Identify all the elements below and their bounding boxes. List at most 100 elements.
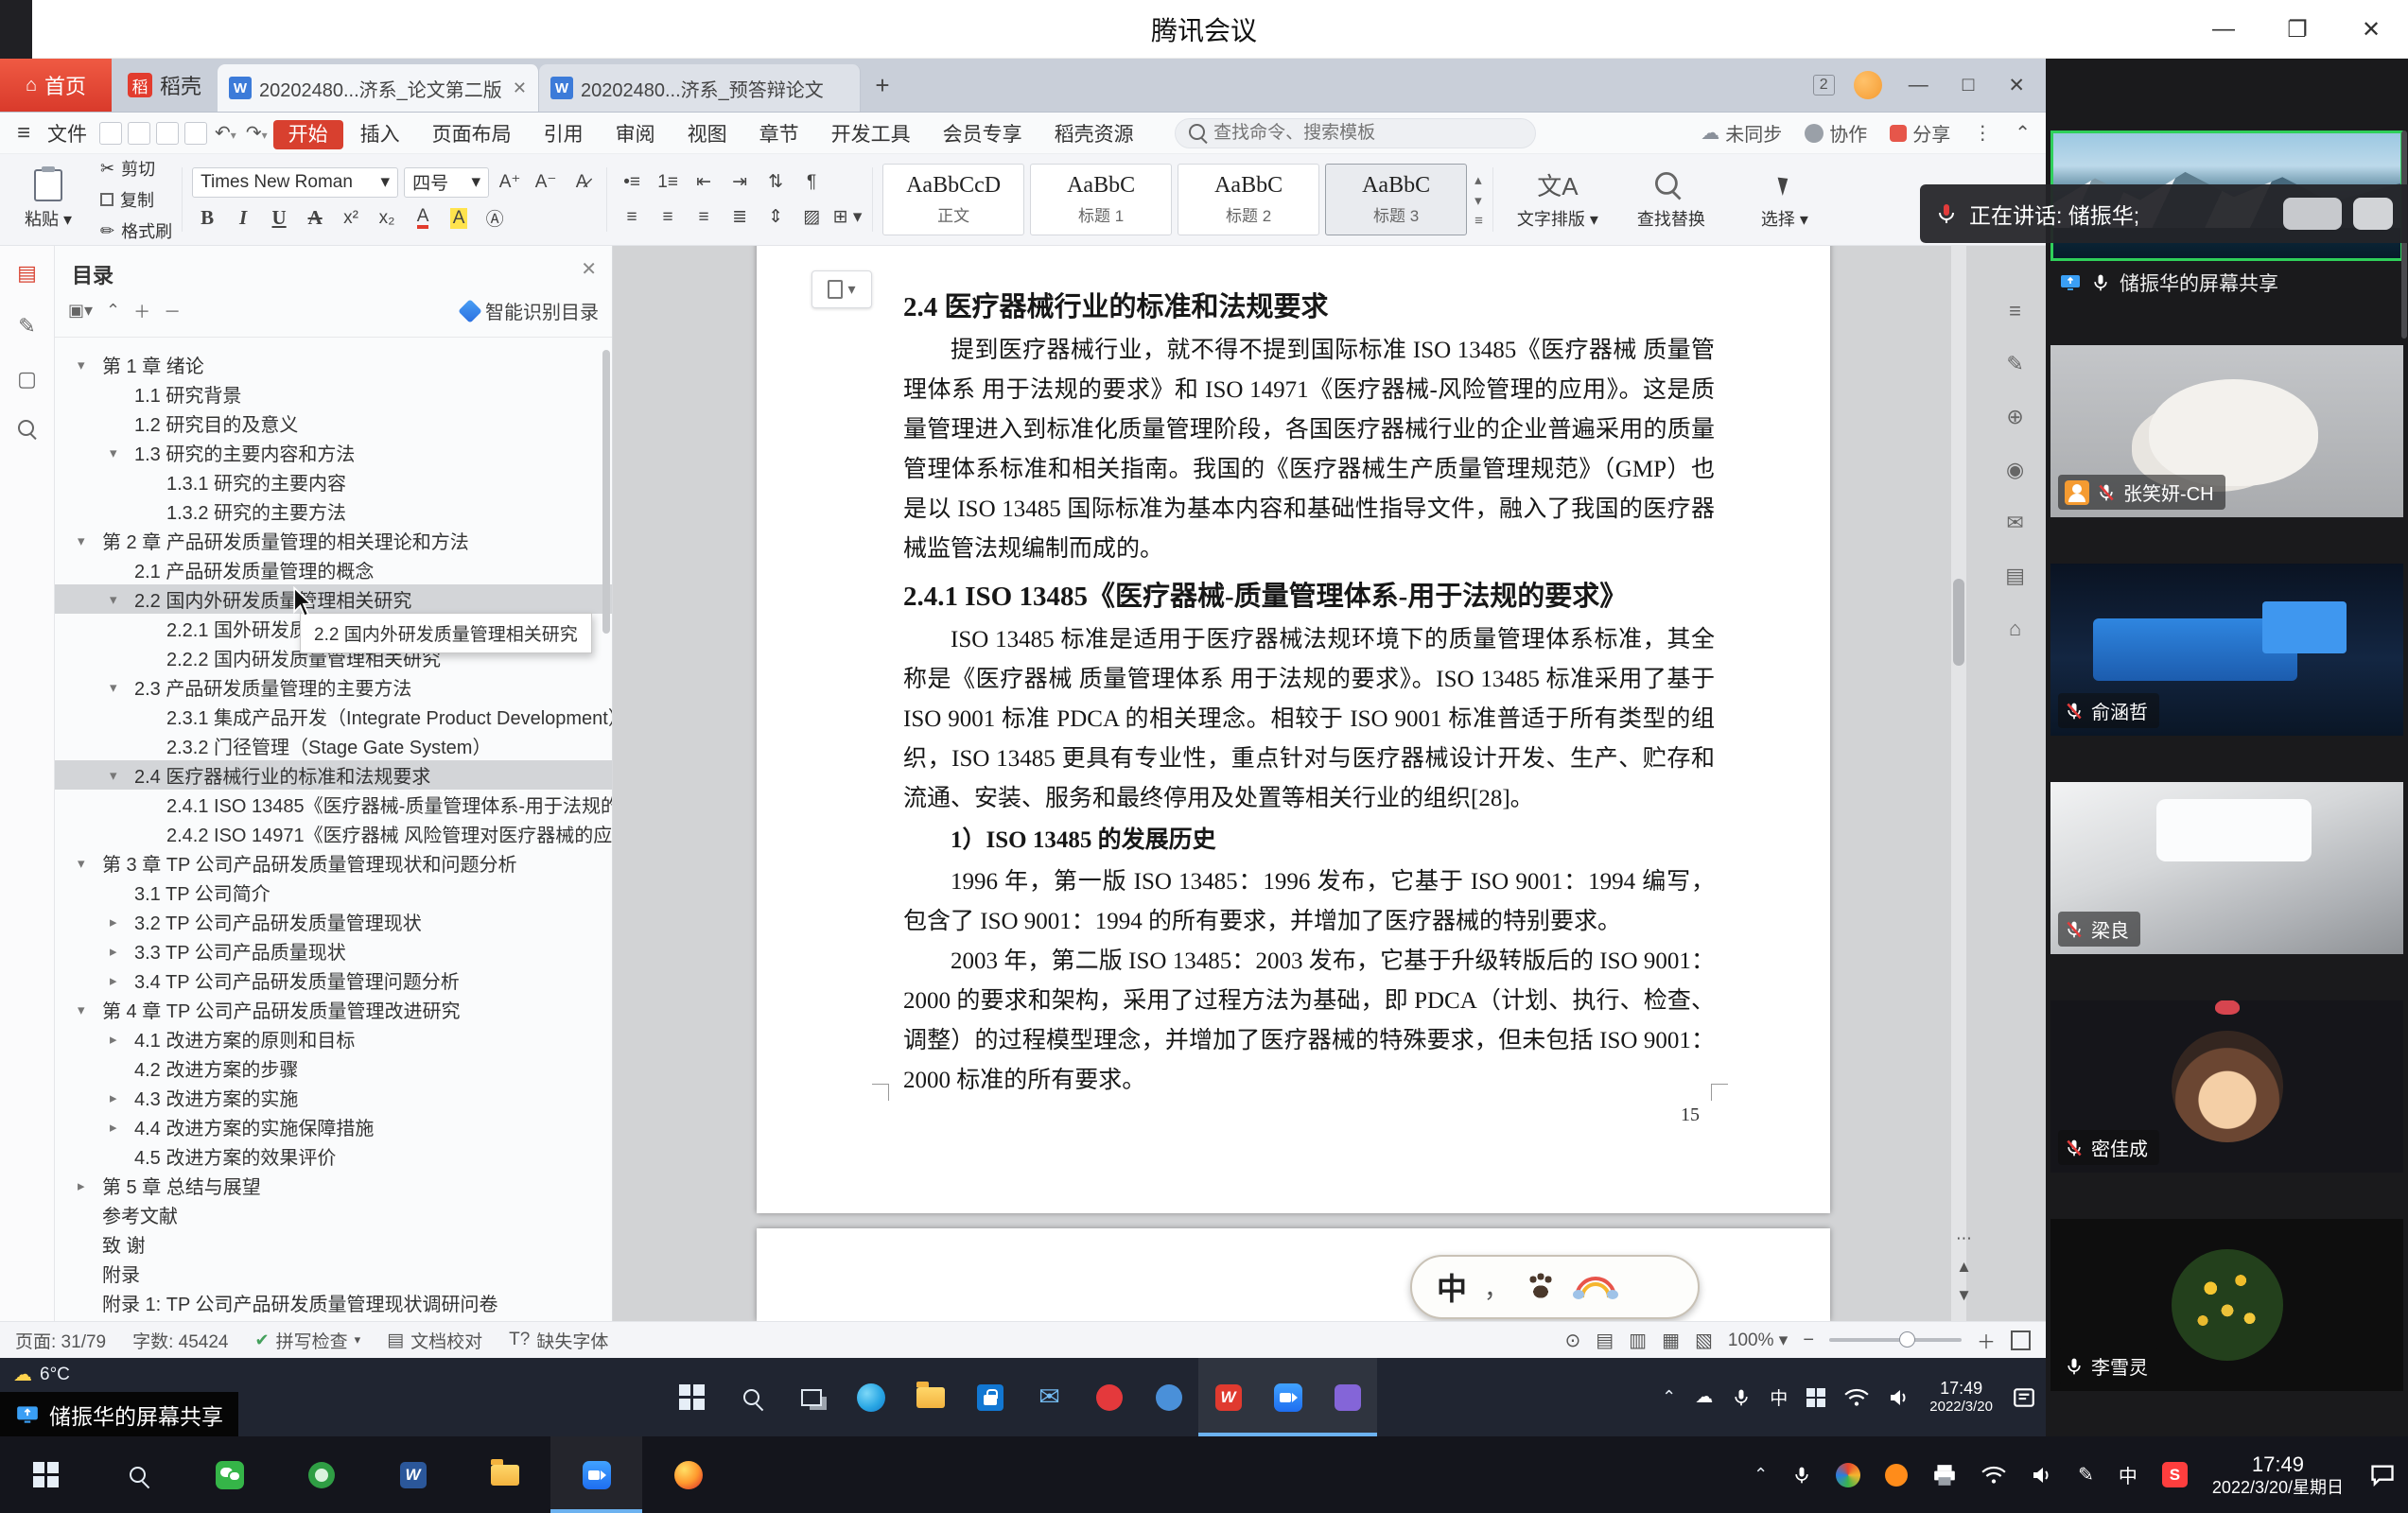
fullscreen-icon[interactable] bbox=[2011, 1330, 2031, 1350]
decrease-font-icon[interactable]: A⁻ bbox=[531, 168, 561, 197]
taskbar-app-icon[interactable] bbox=[1317, 1358, 1377, 1436]
toc-item[interactable]: 2.4 医疗器械行业的标准和法规要求 bbox=[55, 760, 612, 790]
view-read-icon[interactable]: ▧ bbox=[1695, 1329, 1713, 1352]
pilcrow-icon[interactable]: ¶ bbox=[796, 168, 827, 197]
toc-item[interactable]: 2.2 国内外研发质量管理相关研究 bbox=[55, 584, 612, 614]
annotate-icon[interactable]: ✎ bbox=[2006, 352, 2023, 376]
toc-item[interactable]: 4.2 改进方案的步骤 bbox=[55, 1053, 612, 1083]
pen-icon[interactable]: ✎ bbox=[2078, 1463, 2094, 1487]
scrollbar-thumb[interactable] bbox=[1953, 579, 1964, 666]
close-tab-icon[interactable]: ✕ bbox=[513, 78, 527, 98]
subscript-icon[interactable]: x₂ bbox=[372, 204, 402, 233]
cut-button[interactable]: ✂剪切 bbox=[100, 156, 172, 181]
ime-punct-icon[interactable]: ， bbox=[1484, 1270, 1509, 1305]
menu-item[interactable]: 引用 bbox=[529, 120, 599, 149]
toc-item[interactable]: 第 4 章 TP 公司产品研发质量管理改进研究 bbox=[55, 995, 612, 1024]
home-nav-icon[interactable]: ⌂ bbox=[2009, 617, 2021, 641]
menu-item[interactable]: 视图 bbox=[672, 120, 742, 149]
toc-item[interactable]: 4.5 改进方案的效果评价 bbox=[55, 1141, 612, 1171]
toc-close-icon[interactable]: ✕ bbox=[581, 257, 597, 281]
zoom-slider[interactable] bbox=[1829, 1338, 1962, 1342]
toc-item[interactable]: 2.4.1 ISO 13485《医疗器械-质量管理体系-用于法规的要求》 bbox=[55, 790, 612, 819]
zoom-out-icon[interactable]: − bbox=[1803, 1330, 1814, 1351]
borders-icon[interactable]: ⊞ ▾ bbox=[832, 203, 863, 232]
ime-indicator[interactable]: 中 bbox=[1770, 1384, 1788, 1410]
window-count-badge[interactable]: 2 bbox=[1813, 75, 1835, 96]
font-color-icon[interactable]: A bbox=[408, 204, 438, 233]
toc-item[interactable]: 2.1 产品研发质量管理的概念 bbox=[55, 555, 612, 584]
word-count[interactable]: 字数: 45424 bbox=[132, 1328, 228, 1353]
bookmark-icon[interactable]: ▢ bbox=[17, 367, 37, 391]
redo-icon[interactable]: ↷▾ bbox=[241, 121, 272, 145]
menu-file[interactable]: 文件 bbox=[38, 119, 96, 148]
increase-font-icon[interactable]: A⁺ bbox=[495, 168, 525, 197]
gallery-down-icon[interactable]: ▾ bbox=[1474, 192, 1483, 209]
sogou-grid-icon[interactable] bbox=[1806, 1388, 1825, 1407]
underline-icon[interactable]: U bbox=[264, 204, 294, 233]
menu-item[interactable]: 页面布局 bbox=[417, 120, 527, 149]
strikethrough-icon[interactable]: A bbox=[300, 204, 330, 233]
toc-item[interactable]: 致 谢 bbox=[55, 1229, 612, 1259]
select-button[interactable]: 选择 ▾ bbox=[1730, 169, 1840, 231]
taskbar-app-icon[interactable] bbox=[459, 1436, 550, 1513]
notification-icon[interactable] bbox=[2012, 1385, 2036, 1410]
bold-icon[interactable]: B bbox=[192, 204, 222, 233]
toc-check-icon[interactable]: ▣▾ bbox=[68, 301, 93, 321]
shading-icon[interactable]: ▨ bbox=[796, 203, 827, 232]
tab-document-2[interactable]: W 20202480...济系_预答辩论文 bbox=[539, 64, 861, 112]
taskbar-app-icon[interactable] bbox=[1020, 1358, 1079, 1436]
toc-scrollbar[interactable] bbox=[602, 350, 610, 634]
printer-icon[interactable] bbox=[1932, 1464, 1957, 1487]
list-icon[interactable]: ≡ bbox=[2009, 299, 2021, 323]
sort-icon[interactable]: ⇅ bbox=[760, 168, 791, 197]
justify-icon[interactable]: ≣ bbox=[724, 203, 755, 232]
taskbar-app-icon[interactable] bbox=[642, 1436, 734, 1513]
orange-app-icon[interactable] bbox=[1885, 1464, 1908, 1487]
toc-item[interactable]: 3.1 TP 公司简介 bbox=[55, 878, 612, 907]
taskbar-app-icon[interactable] bbox=[1198, 1358, 1258, 1436]
toc-item[interactable]: 第 3 章 TP 公司产品研发质量管理现状和问题分析 bbox=[55, 848, 612, 878]
share-button[interactable]: 分享 bbox=[1890, 119, 1950, 147]
save-icon[interactable] bbox=[128, 122, 150, 145]
new-tab-button[interactable]: + bbox=[861, 59, 904, 112]
sogou-icon[interactable]: S bbox=[2162, 1462, 2188, 1487]
volume-icon[interactable] bbox=[2031, 1466, 2053, 1485]
wps-minimize-icon[interactable]: — bbox=[1901, 74, 1936, 96]
mail-icon[interactable]: ✉ bbox=[2006, 511, 2023, 535]
wps-maximize-icon[interactable]: □ bbox=[1955, 74, 1982, 96]
align-left-icon[interactable]: ≡ bbox=[617, 203, 647, 232]
smart-toc-button[interactable]: 智能识别目录 bbox=[462, 297, 599, 324]
taskbar-app-icon[interactable] bbox=[1139, 1358, 1198, 1436]
menu-item[interactable]: 章节 bbox=[744, 120, 814, 149]
gallery-up-icon[interactable]: ▴ bbox=[1474, 171, 1483, 188]
volume-icon[interactable] bbox=[1888, 1388, 1911, 1407]
bullet-list-icon[interactable]: •≡ bbox=[617, 168, 647, 197]
toc-item[interactable]: 2.3.2 门径管理（Stage Gate System） bbox=[55, 731, 612, 760]
mic-icon[interactable] bbox=[1732, 1386, 1751, 1409]
taskbar-app-icon[interactable] bbox=[781, 1358, 841, 1436]
number-list-icon[interactable]: 1≡ bbox=[653, 168, 683, 197]
zoom-in-icon[interactable]: ＋ bbox=[1977, 1327, 1996, 1354]
video-tile[interactable]: 张笑妍-CH bbox=[2050, 345, 2403, 517]
page-indicator[interactable]: 页面: 31/79 bbox=[15, 1328, 106, 1353]
proofread[interactable]: ▤文档校对 bbox=[387, 1328, 482, 1353]
more-icon[interactable]: ⋮ bbox=[1973, 121, 1992, 145]
undo-icon[interactable]: ↶▾ bbox=[210, 121, 241, 145]
toc-collapse-icon[interactable]: ⌃ bbox=[106, 301, 120, 321]
paste-button[interactable]: 粘贴 ▾ bbox=[8, 169, 89, 231]
maximize-icon[interactable]: ❐ bbox=[2260, 0, 2334, 59]
taskbar-app-icon[interactable] bbox=[183, 1436, 275, 1513]
toc-item[interactable]: 2.4.2 ISO 14971《医疗器械 风险管理对医疗器械的应用》 bbox=[55, 819, 612, 848]
print-icon[interactable] bbox=[156, 122, 179, 145]
mic-icon[interactable] bbox=[1792, 1464, 1811, 1487]
video-tile[interactable]: 俞涵哲 bbox=[2050, 564, 2403, 736]
toc-item[interactable]: 2.3.1 集成产品开发（Integrate Product Developme… bbox=[55, 702, 612, 731]
toc-item[interactable]: 3.2 TP 公司产品研发质量管理现状 bbox=[55, 907, 612, 936]
font-size-select[interactable]: 四号▾ bbox=[404, 167, 489, 198]
find-replace-button[interactable]: 查找替换 bbox=[1616, 169, 1726, 231]
spell-check[interactable]: ✔拼写检查▾ bbox=[255, 1328, 361, 1353]
style-card[interactable]: AaBbC 标题 3 bbox=[1325, 164, 1467, 235]
taskbar-app-icon[interactable] bbox=[960, 1358, 1020, 1436]
taskbar-app-icon[interactable] bbox=[550, 1436, 642, 1513]
grid-icon[interactable]: ▤ bbox=[2005, 564, 2025, 588]
